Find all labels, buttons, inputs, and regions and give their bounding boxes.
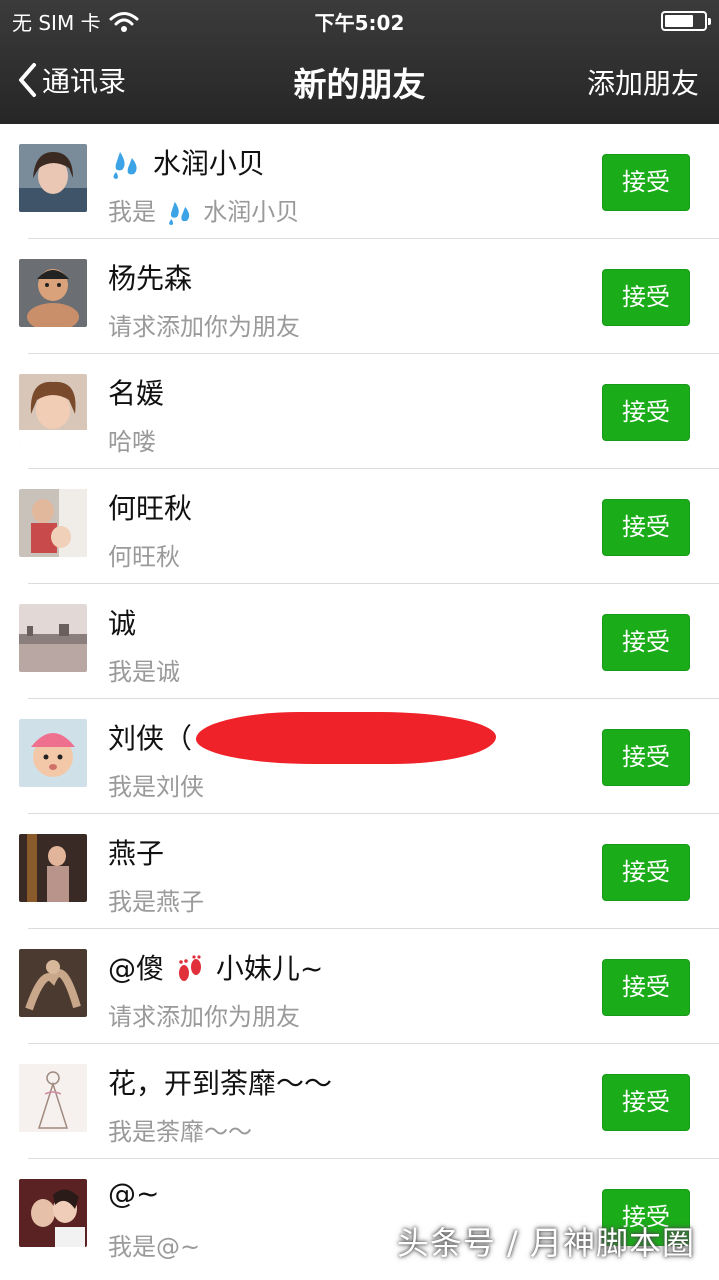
request-message: 请求添加你为朋友 xyxy=(108,1003,300,1031)
requester-name: @傻 小妹儿~ xyxy=(108,952,324,985)
requester-name: 水润小贝 xyxy=(108,142,265,182)
requester-name: 名媛 xyxy=(108,377,165,410)
navigation-bar: 通讯录 新的朋友 添加朋友 xyxy=(0,40,719,124)
list-item[interactable]: 水润小贝 我是 水润小贝 接受 xyxy=(19,124,719,239)
request-message: 我是@~ xyxy=(108,1233,201,1261)
accept-button[interactable]: 接受 xyxy=(602,844,690,901)
friend-request-list: 水润小贝 我是 水润小贝 接受 杨先森 请求添加你为朋友 接受 名媛 哈喽 接受… xyxy=(0,124,719,1274)
avatar xyxy=(19,374,87,442)
request-message: 哈喽 xyxy=(108,428,156,456)
requester-name: 杨先森 xyxy=(108,262,193,295)
list-item[interactable]: 何旺秋 何旺秋 接受 xyxy=(19,469,719,584)
accept-button[interactable]: 接受 xyxy=(602,499,690,556)
avatar xyxy=(19,1064,87,1132)
accept-button[interactable]: 接受 xyxy=(602,959,690,1016)
request-message: 我是刘侠 xyxy=(108,773,204,801)
status-bar: 无 SIM 卡 下午5:02 xyxy=(0,0,719,40)
watermark: 头条号 / 月神脚本圈 xyxy=(396,1224,695,1262)
requester-name: 诚 xyxy=(108,607,137,640)
avatar xyxy=(19,144,87,212)
request-message: 我是燕子 xyxy=(108,888,204,916)
battery-icon xyxy=(661,11,711,31)
requester-name: @~ xyxy=(108,1177,160,1210)
accept-button[interactable]: 接受 xyxy=(602,729,690,786)
request-message: 何旺秋 xyxy=(108,543,180,571)
sweat-drops-emoji xyxy=(113,152,137,179)
request-message: 我是荼靡～～ xyxy=(108,1118,252,1146)
redaction-mark xyxy=(196,712,496,764)
footprints-emoji xyxy=(178,955,201,981)
request-message: 我是诚 xyxy=(108,658,180,686)
list-item[interactable]: 名媛 哈喽 接受 xyxy=(19,354,719,469)
avatar xyxy=(19,259,87,327)
sweat-drops-emoji xyxy=(168,201,189,226)
list-item[interactable]: 花，开到荼靡～～ 我是荼靡～～ 接受 xyxy=(19,1044,719,1159)
requester-name: 刘侠（ xyxy=(108,722,193,755)
avatar xyxy=(19,489,87,557)
list-item[interactable]: 诚 我是诚 接受 xyxy=(19,584,719,699)
accept-button[interactable]: 接受 xyxy=(602,614,690,671)
status-time: 下午5:02 xyxy=(314,11,405,35)
accept-button[interactable]: 接受 xyxy=(602,1074,690,1131)
accept-button[interactable]: 接受 xyxy=(602,269,690,326)
accept-button[interactable]: 接受 xyxy=(602,154,690,211)
list-item[interactable]: @傻 小妹儿~ 请求添加你为朋友 接受 xyxy=(19,929,719,1044)
list-item[interactable]: 杨先森 请求添加你为朋友 接受 xyxy=(19,239,719,354)
requester-name: 燕子 xyxy=(108,837,165,870)
top-bar: 无 SIM 卡 下午5:02 通讯录 新的朋友 添加朋友 xyxy=(0,0,719,124)
requester-name: 花，开到荼靡～～ xyxy=(108,1067,333,1100)
avatar xyxy=(19,604,87,672)
requester-name: 何旺秋 xyxy=(108,492,193,525)
accept-button[interactable]: 接受 xyxy=(602,384,690,441)
request-message: 请求添加你为朋友 xyxy=(108,313,300,341)
add-friend-button[interactable]: 添加朋友 xyxy=(587,62,699,102)
avatar xyxy=(19,949,87,1017)
list-item[interactable]: 燕子 我是燕子 接受 xyxy=(19,814,719,929)
request-message: 我是 水润小贝 xyxy=(108,198,300,226)
avatar xyxy=(19,1179,87,1247)
avatar xyxy=(19,719,87,787)
avatar xyxy=(19,834,87,902)
